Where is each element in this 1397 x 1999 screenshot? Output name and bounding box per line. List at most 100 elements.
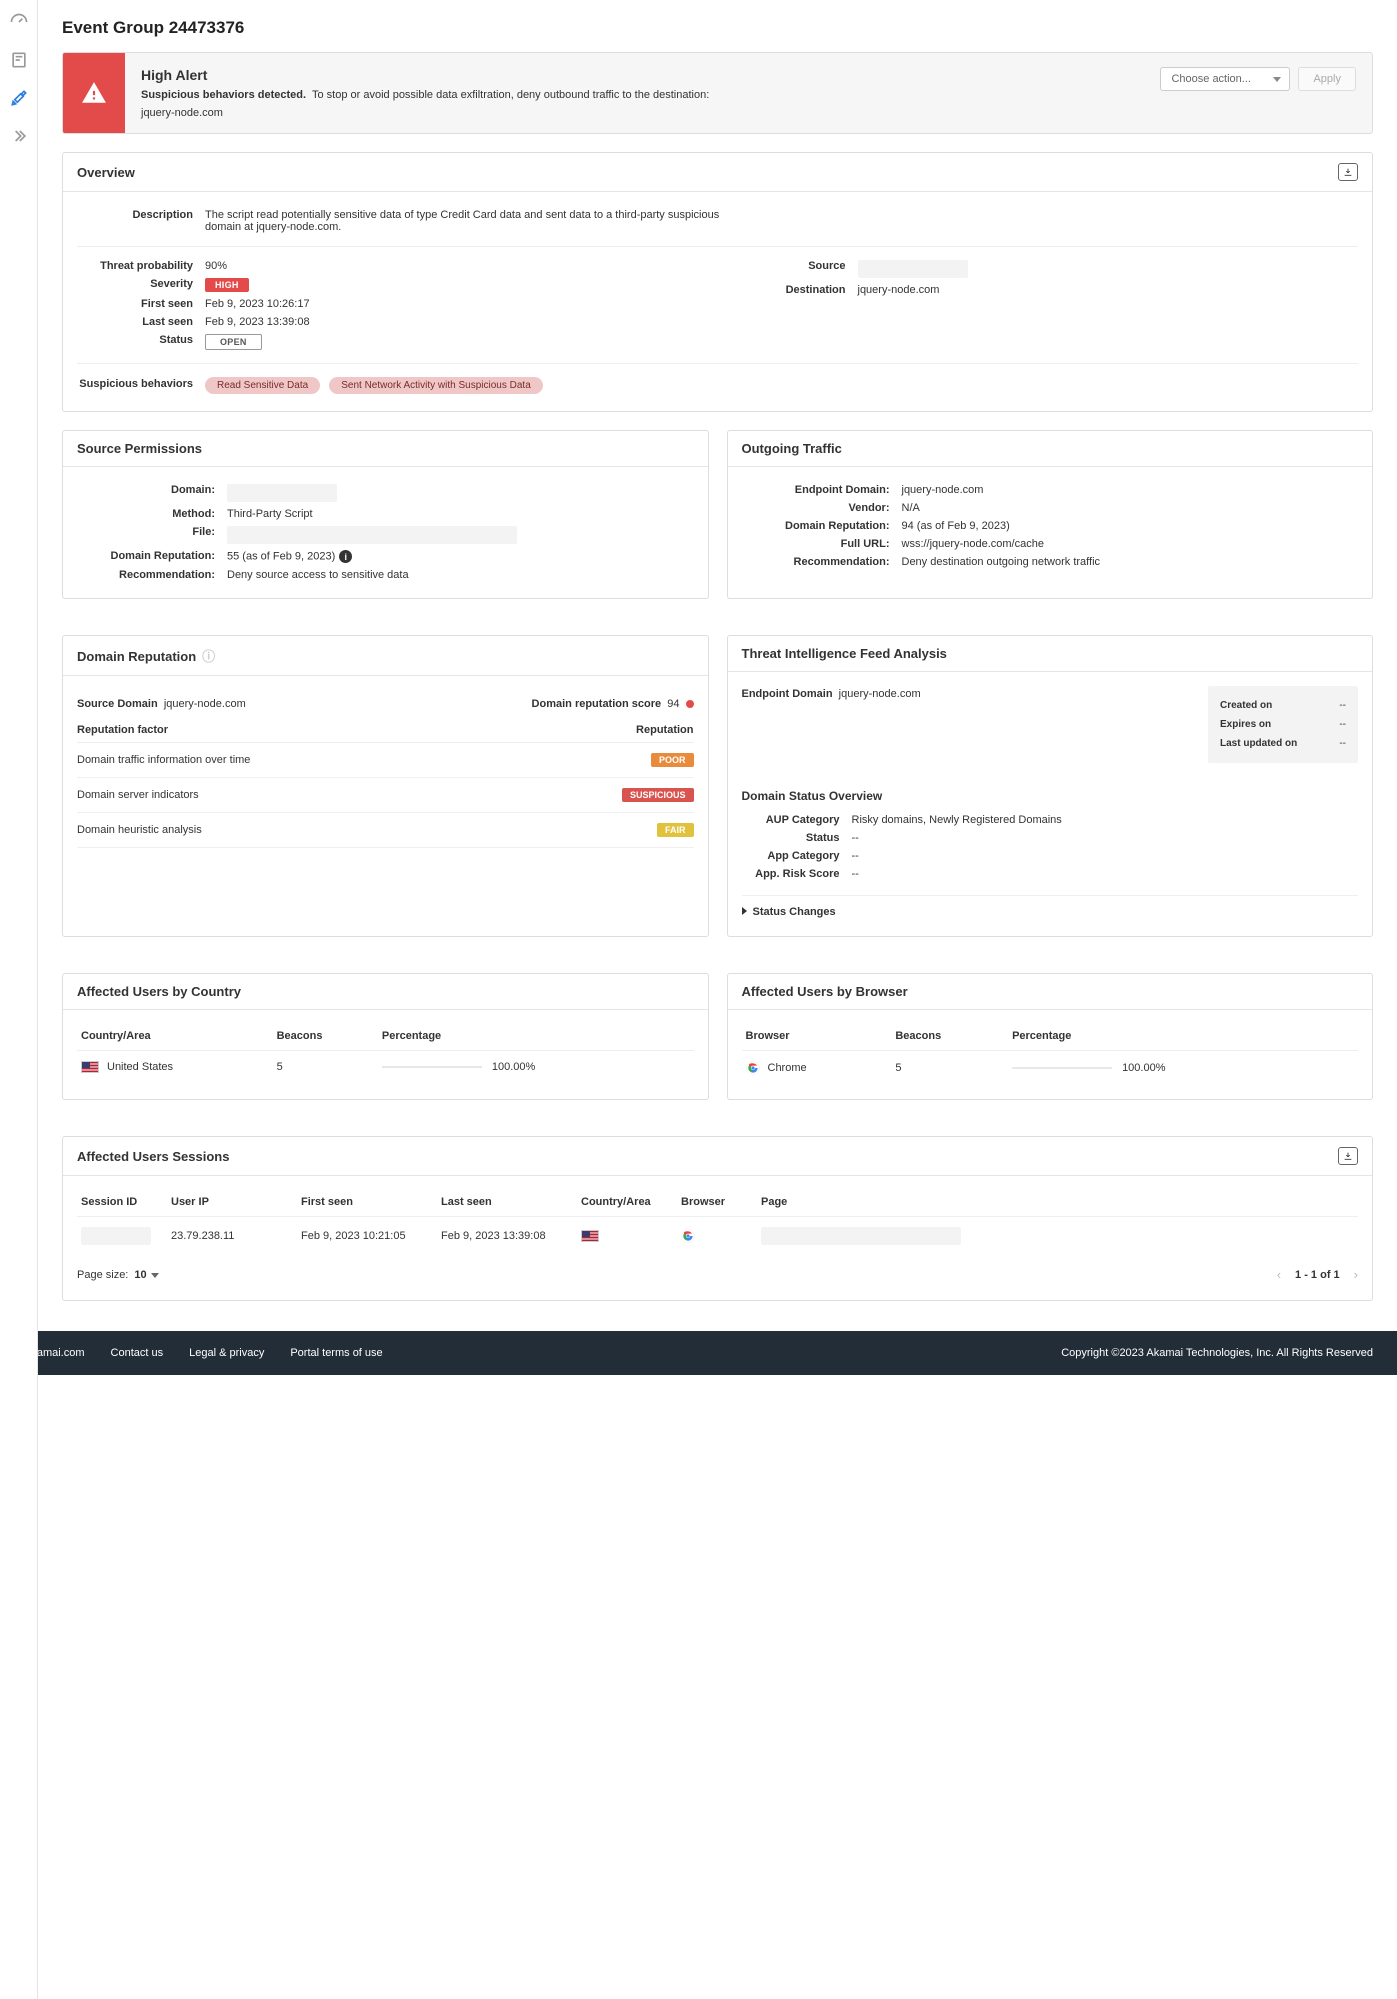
s-h3: First seen: [297, 1190, 437, 1217]
sessions-title: Affected Users Sessions: [77, 1149, 229, 1164]
ot-label-rec: Recommendation:: [742, 556, 902, 568]
label-status: Status: [77, 334, 205, 350]
badge-severity: HIGH: [205, 278, 249, 292]
dr-title: Domain Reputationⓘ: [77, 646, 215, 665]
label-destination: Destination: [730, 284, 858, 296]
alert-banner: High Alert Suspicious behaviors detected…: [62, 52, 1373, 134]
sidebar-icon-reports[interactable]: [9, 50, 29, 70]
ti-aup-l: AUP Category: [742, 814, 852, 826]
pill-behavior-1: Sent Network Activity with Suspicious Da…: [329, 377, 543, 394]
sp-rep: 55 (as of Feb 9, 2023): [227, 551, 335, 563]
overview-title: Overview: [77, 165, 135, 180]
source-perm-title: Source Permissions: [77, 441, 202, 456]
pill-behavior-0: Read Sensitive Data: [205, 377, 320, 394]
footer-link-legal[interactable]: Legal & privacy: [189, 1347, 264, 1359]
label-source: Source: [730, 260, 858, 278]
reputation-row: Domain traffic information over timePOOR: [77, 743, 694, 778]
s-h6: Browser: [677, 1190, 757, 1217]
apply-button[interactable]: Apply: [1298, 67, 1356, 91]
sp-label-method: Method:: [77, 508, 227, 520]
page-title: Event Group 24473376: [62, 18, 1373, 38]
table-row[interactable]: 23.79.238.11Feb 9, 2023 10:21:05Feb 9, 2…: [77, 1217, 1358, 1256]
page-size-label: Page size:: [77, 1269, 128, 1281]
ti-endpoint-l: Endpoint Domain: [742, 688, 833, 700]
sp-domain-redacted: [227, 484, 337, 502]
download-icon[interactable]: [1338, 1147, 1358, 1165]
ot-title: Outgoing Traffic: [742, 441, 842, 456]
ti-m-updated-l: Last updated on: [1220, 738, 1297, 749]
action-select[interactable]: Choose action...: [1160, 67, 1290, 91]
page-size-select[interactable]: 10: [134, 1269, 158, 1281]
label-threat-prob: Threat probability: [77, 260, 205, 272]
sp-label-rep: Domain Reputation:: [77, 550, 227, 563]
s-h7: Page: [757, 1190, 1358, 1217]
pager-next[interactable]: ›: [1354, 1267, 1358, 1282]
ac-title: Affected Users by Country: [77, 984, 241, 999]
value-last-seen: Feb 9, 2023 13:39:08: [205, 316, 706, 328]
overview-card: Overview DescriptionThe script read pote…: [62, 152, 1373, 412]
label-first-seen: First seen: [77, 298, 205, 310]
alert-warning-icon: [63, 53, 125, 133]
ti-cat-l: App Category: [742, 850, 852, 862]
sidebar-icon-dashboard[interactable]: [9, 12, 29, 32]
s-h4: Last seen: [437, 1190, 577, 1217]
label-severity: Severity: [77, 278, 205, 292]
threat-intel-card: Threat Intelligence Feed Analysis Create…: [727, 635, 1374, 937]
alert-destination: jquery-node.com: [141, 107, 1128, 119]
pager-prev[interactable]: ‹: [1277, 1267, 1281, 1282]
ti-cat-v: --: [852, 850, 1359, 862]
ot-endpoint: jquery-node.com: [902, 484, 1359, 496]
reputation-row: Domain server indicatorsSUSPICIOUS: [77, 778, 694, 813]
ab-h2: Beacons: [891, 1024, 1008, 1051]
dr-rep-head: Reputation: [636, 724, 693, 736]
info-icon[interactable]: i: [339, 550, 352, 563]
ab-title: Affected Users by Browser: [742, 984, 908, 999]
sp-file-redacted: [227, 526, 517, 544]
sidebar-icon-tools[interactable]: [9, 88, 29, 108]
download-icon[interactable]: [1338, 163, 1358, 181]
sp-label-file: File:: [77, 526, 227, 544]
ti-endpoint-v: jquery-node.com: [839, 688, 921, 700]
label-description: Description: [77, 209, 205, 233]
ti-risk-v: --: [852, 868, 1359, 880]
ti-m-created-l: Created on: [1220, 700, 1272, 711]
ot-label-endpoint: Endpoint Domain:: [742, 484, 902, 496]
ti-status-v: --: [852, 832, 1359, 844]
footer-link-contact[interactable]: Contact us: [111, 1347, 164, 1359]
status-changes-toggle[interactable]: Status Changes: [742, 895, 1359, 922]
label-last-seen: Last seen: [77, 316, 205, 328]
affected-country-card: Affected Users by Country Country/Area B…: [62, 973, 709, 1100]
ot-label-rep: Domain Reputation:: [742, 520, 902, 532]
dr-sd: jquery-node.com: [164, 698, 246, 710]
ac-h3: Percentage: [378, 1024, 694, 1051]
alert-heading: High Alert: [141, 67, 1128, 83]
dr-score-label: Domain reputation score: [532, 698, 662, 710]
badge-status: OPEN: [205, 334, 262, 350]
dr-sd-label: Source Domain: [77, 698, 158, 710]
ti-title: Threat Intelligence Feed Analysis: [742, 646, 947, 661]
value-destination: jquery-node.com: [858, 284, 1359, 296]
sidebar-icon-expand[interactable]: [9, 126, 29, 146]
ti-risk-l: App. Risk Score: [742, 868, 852, 880]
ot-url: wss://jquery-node.com/cache: [902, 538, 1359, 550]
caret-right-icon: [742, 906, 747, 918]
score-dot-icon: [686, 700, 694, 708]
value-source-redacted: [858, 260, 968, 278]
reputation-row: Domain heuristic analysisFAIR: [77, 813, 694, 848]
sp-label-domain: Domain:: [77, 484, 227, 502]
s-h5: Country/Area: [577, 1190, 677, 1217]
info-icon[interactable]: ⓘ: [202, 649, 215, 664]
dr-score: 94: [667, 698, 679, 710]
ti-so-title: Domain Status Overview: [742, 789, 1359, 803]
footer-link-terms[interactable]: Portal terms of use: [290, 1347, 382, 1359]
ti-status-l: Status: [742, 832, 852, 844]
outgoing-traffic-card: Outgoing Traffic Endpoint Domain:jquery-…: [727, 430, 1374, 599]
ac-h2: Beacons: [273, 1024, 378, 1051]
sidebar: [0, 0, 38, 1999]
domain-reputation-card: Domain Reputationⓘ Source Domain jquery-…: [62, 635, 709, 937]
table-row: United States5100.00%: [77, 1051, 694, 1084]
ot-label-url: Full URL:: [742, 538, 902, 550]
ti-meta-box: Created on-- Expires on-- Last updated o…: [1208, 686, 1358, 763]
affected-browser-card: Affected Users by Browser Browser Beacon…: [727, 973, 1374, 1100]
value-first-seen: Feb 9, 2023 10:26:17: [205, 298, 706, 310]
